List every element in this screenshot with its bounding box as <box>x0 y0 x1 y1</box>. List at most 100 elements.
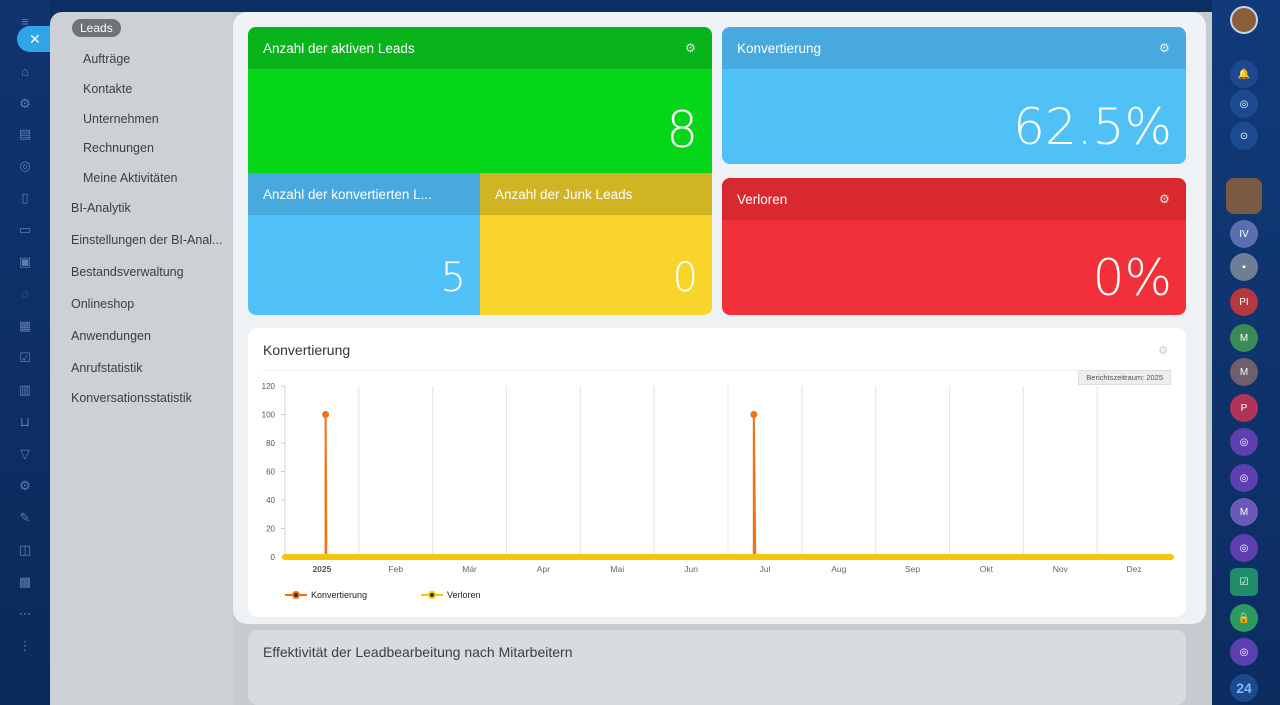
contact-avatar[interactable] <box>1226 178 1262 214</box>
sidebar-item-kontakte[interactable]: Kontakte <box>83 82 132 96</box>
junk-leads-value: 0 <box>672 255 698 301</box>
more-icon[interactable]: ⋯ <box>17 606 33 622</box>
apps-icon[interactable]: ⋮ <box>17 638 33 654</box>
legend-item-konvertierung[interactable]: Konvertierung <box>285 590 367 600</box>
lost-header: Verloren ⚙ <box>722 178 1186 220</box>
conversion-tile[interactable]: Konvertierung ⚙ 62.5% <box>722 27 1186 164</box>
sidebar-item-bi-einstellungen[interactable]: Einstellungen der BI-Anal... <box>71 233 222 247</box>
tasks-icon[interactable]: ☑ <box>17 350 33 366</box>
y-tick-label: 100 <box>262 411 276 420</box>
x-tick-label: Apr <box>537 564 550 574</box>
y-tick-label: 0 <box>271 553 276 562</box>
avatar-mm[interactable]: M <box>1230 498 1258 526</box>
lock-icon[interactable]: 🔒 <box>1230 604 1258 632</box>
y-tick-label: 120 <box>262 382 276 391</box>
settings-icon[interactable]: ⚙ <box>17 478 33 494</box>
car-icon[interactable]: ▭ <box>17 222 33 238</box>
report-slider: Anzahl der aktiven Leads ⚙ 8 Anzahl der … <box>233 12 1206 624</box>
x-tick-label: Sep <box>905 564 920 574</box>
active-leads-tile[interactable]: Anzahl der aktiven Leads ⚙ 8 <box>248 27 712 173</box>
channel-icon-1[interactable]: ◎ <box>1230 428 1258 456</box>
layers-icon[interactable]: ◫ <box>17 542 33 558</box>
converted-leads-header: Anzahl der konvertierten L... <box>248 173 480 215</box>
y-tick-label: 60 <box>266 468 275 477</box>
sidebar-item-anwendungen[interactable]: Anwendungen <box>71 329 151 343</box>
active-leads-title: Anzahl der aktiven Leads <box>263 40 415 56</box>
x-tick-label: Mär <box>462 564 477 574</box>
sidebar-item-leads[interactable]: Leads <box>72 19 121 37</box>
channel-icon-3[interactable]: ◎ <box>1230 534 1258 562</box>
chart-icon[interactable]: ▥ <box>17 382 33 398</box>
x-tick-label: Okt <box>980 564 994 574</box>
sidebar-item-meine-aktivitaeten[interactable]: Meine Aktivitäten <box>83 171 178 185</box>
legend-label-verloren: Verloren <box>447 590 481 600</box>
x-tick-label: Mai <box>610 564 624 574</box>
junk-leads-tile[interactable]: Anzahl der Junk Leads 0 <box>480 173 712 315</box>
grid-icon[interactable]: ▩ <box>17 574 33 590</box>
channel-icon-4[interactable]: ◎ <box>1230 638 1258 666</box>
x-tick-label: Feb <box>388 564 403 574</box>
file-icon[interactable]: ▯ <box>17 190 33 206</box>
bell-icon[interactable]: 🔔 <box>1230 60 1258 88</box>
conversion-line-chart: 0 20 40 60 80 100 120 2025 Feb Mär Apr Mai Jun Jul Aug… <box>262 382 1174 574</box>
legend-swatch-verloren <box>421 590 443 600</box>
avatar-m1[interactable]: M <box>1230 324 1258 352</box>
filter-icon[interactable]: ▽ <box>17 446 33 462</box>
converted-leads-tile[interactable]: Anzahl der konvertierten L... 5 <box>248 173 480 315</box>
x-tick-label: Nov <box>1053 564 1069 574</box>
sidebar-item-anrufstatistik[interactable]: Anrufstatistik <box>71 361 143 375</box>
home-icon[interactable]: ⌂ <box>17 64 33 80</box>
sidebar-item-unternehmen[interactable]: Unternehmen <box>83 112 159 126</box>
avatar-group[interactable]: ▪ <box>1230 253 1258 281</box>
sidebar-item-onlineshop[interactable]: Onlineshop <box>71 297 134 311</box>
legend-label-konvertierung: Konvertierung <box>311 590 368 600</box>
gear-icon[interactable]: ⚙ <box>685 42 697 54</box>
sidebar-item-auftraege[interactable]: Aufträge <box>83 52 130 66</box>
gear-icon[interactable]: ⚙ <box>17 96 33 112</box>
x-tick-label: Aug <box>831 564 846 574</box>
active-leads-value: 8 <box>666 101 698 159</box>
converted-leads-value: 5 <box>440 255 466 301</box>
converted-leads-title: Anzahl der konvertierten L... <box>263 186 432 202</box>
document-icon[interactable]: ▤ <box>17 126 33 142</box>
channel-icon-2[interactable]: ◎ <box>1230 464 1258 492</box>
gear-icon[interactable]: ⚙ <box>1159 42 1171 54</box>
legend-swatch-konvertierung <box>285 590 307 600</box>
conversion-value: 62.5% <box>1013 98 1172 156</box>
avatar-m2[interactable]: M <box>1230 358 1258 386</box>
sidebar-item-bi-analytik[interactable]: BI-Analytik <box>71 201 131 215</box>
close-slider-button[interactable]: ✕ <box>17 26 51 52</box>
check-icon[interactable]: ☑ <box>1230 568 1258 596</box>
gear-icon[interactable]: ⚙ <box>1159 193 1171 205</box>
lost-title: Verloren <box>737 191 788 207</box>
users-icon[interactable]: ◎ <box>17 158 33 174</box>
cart-icon[interactable]: ⊔ <box>17 414 33 430</box>
y-tick-label: 40 <box>266 496 275 505</box>
chart-title: Konvertierung <box>263 342 351 358</box>
chat-icon[interactable]: ◌ <box>17 286 33 302</box>
x-tick-label: Dez <box>1127 564 1142 574</box>
sidebar-item-bestandsverwaltung[interactable]: Bestandsverwaltung <box>71 265 184 279</box>
avatar-pi[interactable]: PI <box>1230 288 1258 316</box>
bitrix24-logo[interactable]: 24 <box>1230 674 1258 702</box>
monitor-icon[interactable]: ▣ <box>17 254 33 270</box>
sidebar-item-rechnungen[interactable]: Rechnungen <box>83 141 154 155</box>
avatar-iv[interactable]: IV <box>1230 220 1258 248</box>
conversion-title: Konvertierung <box>737 40 822 56</box>
y-tick-label: 20 <box>266 525 275 534</box>
spiral-icon[interactable]: ◎ <box>1230 90 1258 118</box>
data-point-konvertierung <box>322 411 330 418</box>
calendar-icon[interactable]: ▦ <box>17 318 33 334</box>
series-line-konvertierung <box>324 414 1171 558</box>
gear-icon[interactable]: ⚙ <box>1158 344 1168 357</box>
chart-divider <box>263 370 1171 371</box>
lost-tile[interactable]: Verloren ⚙ 0% <box>722 178 1186 315</box>
search-chat-icon[interactable]: ⊙ <box>1230 122 1258 150</box>
avatar-p[interactable]: P <box>1230 394 1258 422</box>
junk-leads-title: Anzahl der Junk Leads <box>495 186 633 202</box>
user-avatar[interactable] <box>1230 6 1258 34</box>
sidebar-item-konversationsstatistik[interactable]: Konversationsstatistik <box>71 391 192 405</box>
legend-item-verloren[interactable]: Verloren <box>421 590 481 600</box>
conversion-chart-card: Konvertierung ⚙ Berichtszeitraum: 2025 0… <box>248 328 1186 617</box>
pen-icon[interactable]: ✎ <box>17 510 33 526</box>
